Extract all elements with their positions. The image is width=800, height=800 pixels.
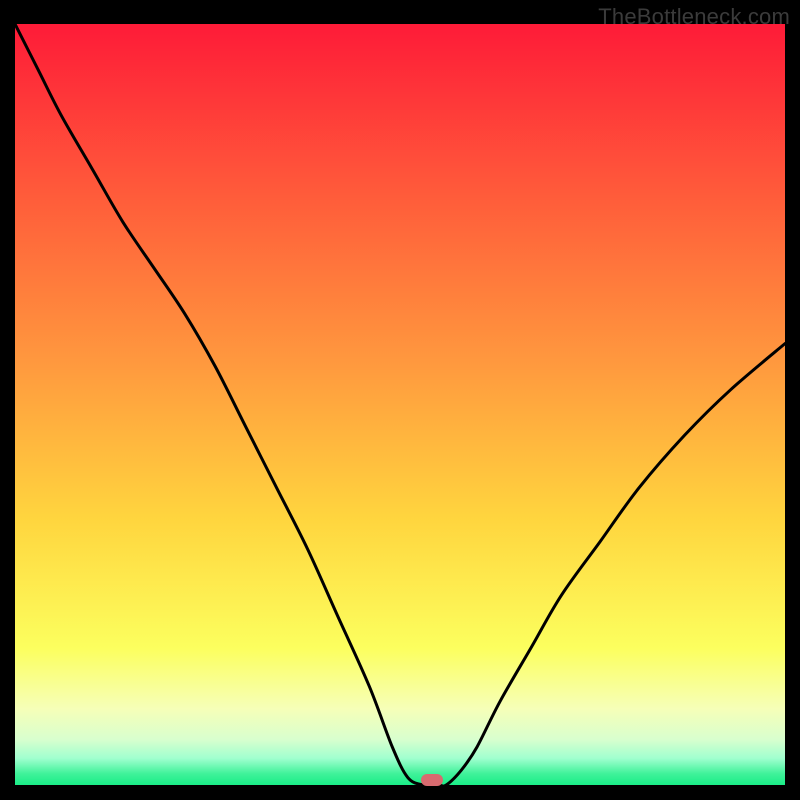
gradient-background bbox=[15, 24, 785, 785]
chart-frame: TheBottleneck.com bbox=[0, 0, 800, 800]
chart-svg bbox=[15, 24, 785, 785]
plot-area bbox=[15, 24, 785, 785]
minimum-marker bbox=[421, 774, 443, 786]
